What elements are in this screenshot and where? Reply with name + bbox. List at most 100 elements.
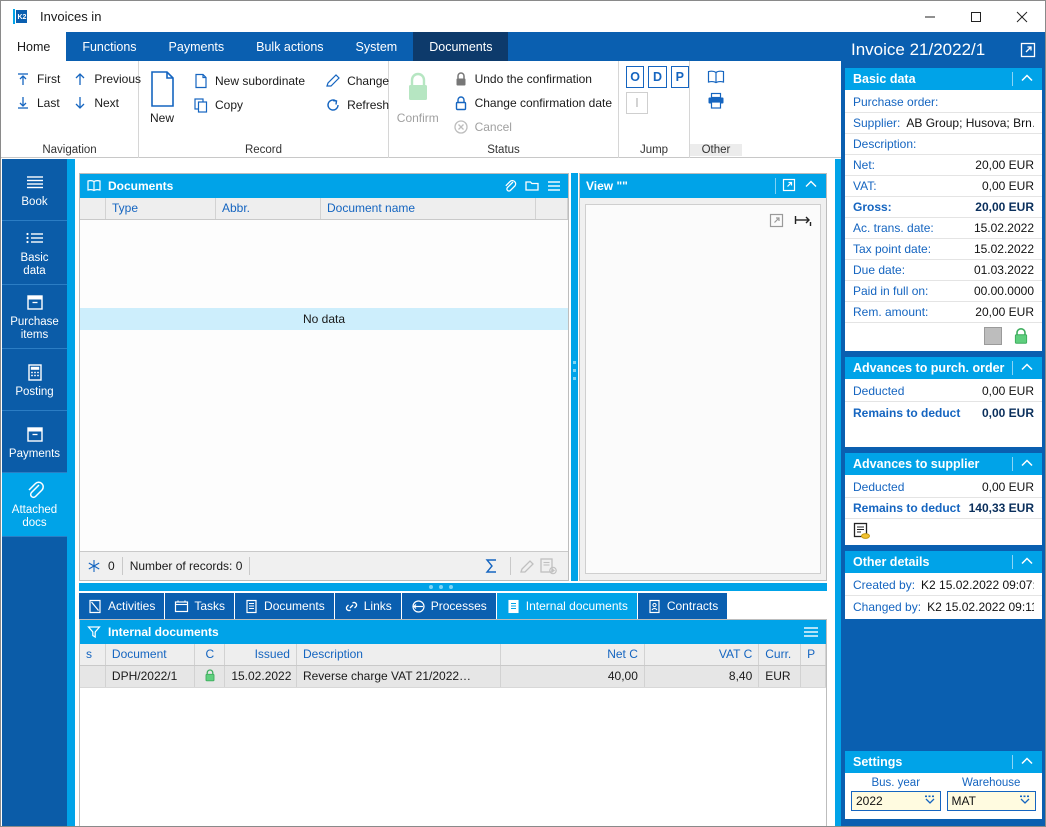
lock-gray-icon [453, 71, 469, 87]
tab-bulk-actions[interactable]: Bulk actions [240, 32, 339, 61]
cell-p [801, 666, 826, 687]
chevron-down-icon[interactable] [924, 795, 936, 808]
folder-icon[interactable] [524, 178, 540, 194]
tab-links[interactable]: Links [334, 593, 402, 619]
tab-internal-documents[interactable]: Internal documents [496, 593, 638, 619]
jump-button-d[interactable]: D [648, 66, 667, 88]
fit-width-icon[interactable] [794, 213, 812, 228]
sidebar-item-purchase-items[interactable]: Purchase items [2, 285, 67, 349]
chevron-up-icon[interactable] [1020, 555, 1034, 569]
book-icon-button[interactable] [703, 66, 729, 90]
sigma-icon[interactable] [483, 557, 503, 575]
gray-square-icon[interactable] [984, 327, 1002, 345]
bus-year-input[interactable]: 2022 [851, 791, 941, 811]
tab-payments[interactable]: Payments [153, 32, 241, 61]
chevron-up-icon[interactable] [1020, 361, 1034, 375]
card-settings-header[interactable]: Settings [845, 751, 1042, 773]
process-icon [411, 599, 426, 614]
command-refresh[interactable]: Refresh [319, 93, 395, 117]
tab-processes[interactable]: Processes [401, 593, 497, 619]
popout-icon[interactable] [769, 213, 784, 228]
column-header-p[interactable]: P [801, 644, 826, 665]
command-new-subordinate[interactable]: New subordinate [187, 69, 311, 93]
vertical-splitter[interactable] [571, 173, 578, 581]
tab-contracts[interactable]: Contracts [637, 593, 729, 619]
column-header-description[interactable]: Description [297, 644, 501, 665]
tab-functions[interactable]: Functions [66, 32, 152, 61]
column-header-end[interactable] [536, 198, 568, 219]
card-other-details-header[interactable]: Other details [845, 551, 1042, 573]
tab-system[interactable]: System [340, 32, 414, 61]
command-undo-confirmation[interactable]: Undo the confirmation [447, 67, 618, 91]
field-asup-deducted: Deducted 0,00 EUR [845, 477, 1042, 498]
warehouse-input[interactable]: MAT [946, 791, 1036, 811]
close-button[interactable] [999, 1, 1045, 32]
card-advances-supplier-header[interactable]: Advances to supplier [845, 453, 1042, 475]
tab-documents[interactable]: Documents [235, 593, 335, 619]
command-copy[interactable]: Copy [187, 93, 311, 117]
column-header-document-name[interactable]: Document name [321, 198, 536, 219]
command-new[interactable]: New [145, 63, 179, 135]
refresh-icon [325, 97, 341, 113]
card-advances-purchase-order-header[interactable]: Advances to purch. order [845, 357, 1042, 379]
paperclip-icon[interactable] [502, 178, 518, 194]
column-header-vat-c[interactable]: VAT C [645, 644, 760, 665]
documents-panel-title: Documents [108, 179, 174, 193]
tab-activities[interactable]: Activities [79, 593, 166, 619]
documents-grid-footer: 0 Number of records: 0 [80, 551, 568, 580]
ribbon-group-other-title[interactable]: Other [690, 144, 742, 156]
chevron-down-icon[interactable] [1019, 795, 1031, 808]
sidebar-item-payments[interactable]: Payments [2, 411, 67, 473]
chevron-up-icon[interactable] [804, 178, 820, 194]
tab-home[interactable]: Home [1, 32, 67, 61]
sidebar-item-book[interactable]: Book [2, 159, 67, 221]
field-created-by-value: K2 15.02.2022 09:07:28 [921, 578, 1034, 592]
horizontal-splitter[interactable] [79, 583, 827, 591]
sidebar-item-attached-docs[interactable]: Attached docs [2, 473, 67, 537]
maximize-button[interactable] [953, 1, 999, 32]
chevron-up-icon[interactable] [1020, 755, 1034, 769]
warehouse-value: MAT [951, 794, 976, 808]
sidebar-item-basic-data[interactable]: Basic data [2, 221, 67, 285]
popout-icon[interactable] [1020, 42, 1036, 58]
column-header-issued[interactable]: Issued [225, 644, 297, 665]
tab-tasks[interactable]: Tasks [165, 593, 236, 619]
column-header-document[interactable]: Document [106, 644, 196, 665]
column-header-blank[interactable] [80, 198, 106, 219]
jump-button-o[interactable]: O [626, 66, 645, 88]
invoice-coins-icon[interactable] [853, 522, 872, 540]
snowflake-icon[interactable] [86, 558, 104, 574]
column-header-curr[interactable]: Curr. [759, 644, 802, 665]
jump-button-p[interactable]: P [670, 66, 689, 88]
command-change-confirmation-date[interactable]: Change confirmation date [447, 91, 618, 115]
command-last[interactable]: Last [9, 91, 66, 115]
command-previous[interactable]: Previous [66, 67, 141, 91]
field-net: Net: 20,00 EUR [845, 155, 1042, 176]
funnel-icon[interactable] [86, 624, 102, 640]
detail-title-row: Invoice 21/2022/1 [841, 32, 1045, 68]
column-header-abbr[interactable]: Abbr. [216, 198, 321, 219]
column-header-type[interactable]: Type [106, 198, 216, 219]
application-window: K2 Invoices in Home Functions Payments B… [0, 0, 1046, 827]
sidebar-item-posting[interactable]: Posting [2, 349, 67, 411]
minimize-button[interactable] [907, 1, 953, 32]
hamburger-icon[interactable] [802, 624, 820, 640]
column-header-c[interactable]: C [195, 644, 226, 665]
command-change[interactable]: Change [319, 69, 395, 93]
tab-documents[interactable]: Documents [413, 32, 509, 61]
table-row[interactable]: DPH/2022/1 15.02.2022 Reverse charge VAT… [80, 666, 826, 688]
column-header-net-c[interactable]: Net C [501, 644, 645, 665]
ribbon-group-status-title: Status [487, 144, 520, 156]
chevron-up-icon[interactable] [1020, 457, 1034, 471]
command-confirm[interactable]: Confirm [395, 63, 441, 135]
column-header-s[interactable]: s [80, 644, 106, 665]
arrow-down-to-line-icon [15, 95, 31, 111]
command-first[interactable]: First [9, 67, 66, 91]
card-basic-data-header[interactable]: Basic data [845, 68, 1042, 90]
lock-green-icon[interactable] [1012, 327, 1030, 345]
popout-icon[interactable] [782, 178, 798, 194]
command-next[interactable]: Next [66, 91, 138, 115]
hamburger-icon[interactable] [546, 178, 562, 194]
printer-icon-button[interactable] [703, 90, 729, 114]
chevron-up-icon[interactable] [1020, 72, 1034, 86]
